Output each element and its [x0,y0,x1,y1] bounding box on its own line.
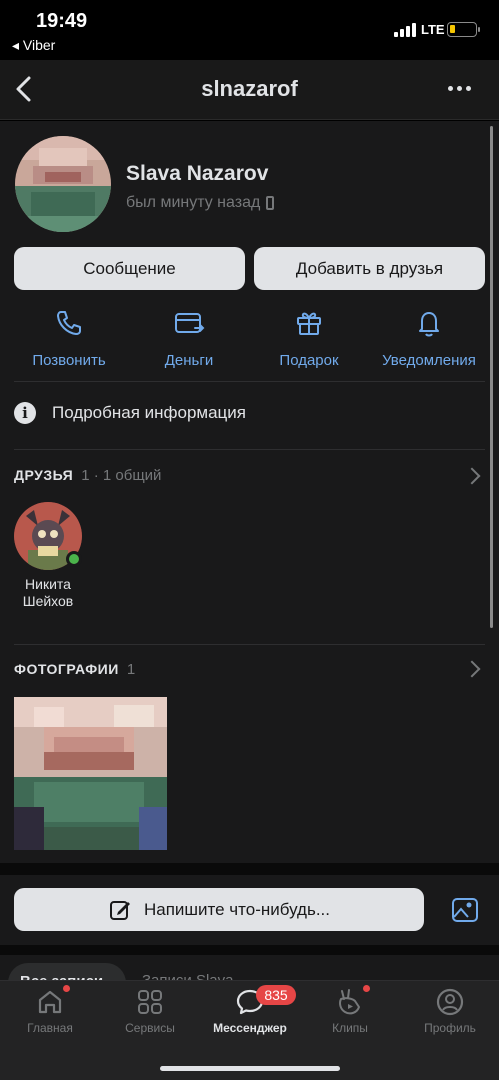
photos-title: ФОТОГРАФИИ [14,661,119,677]
money-card-icon [175,313,205,333]
battery-icon [447,22,480,37]
call-action[interactable]: Позвонить [9,308,129,369]
more-options-button[interactable] [448,86,471,91]
money-action[interactable]: Деньги [129,308,249,369]
mobile-device-icon [266,196,275,210]
tab-clips[interactable]: Клипы [300,987,400,1035]
avatar-image [15,136,111,232]
profile-name: Slava Nazarov [126,162,269,185]
unread-badge: 835 [256,985,296,1005]
info-icon: i [14,402,36,424]
phone-icon [57,311,81,335]
notification-dot [363,985,370,992]
add-friend-button[interactable]: Добавить в друзья [254,247,485,290]
avatar[interactable] [15,136,111,232]
photo-image [14,697,167,850]
status-time: 19:49 [36,10,88,32]
friends-header[interactable]: ДРУЗЬЯ 1 · 1 общий [14,467,161,484]
clips-icon [339,989,360,1015]
services-icon [138,990,162,1014]
divider [14,449,485,450]
last-seen-text: был минуту назад [126,194,261,211]
notification-dot [63,985,70,992]
friend-name[interactable]: Никита Шейхов [8,576,88,610]
signal-icon [394,23,416,37]
divider [14,644,485,645]
page-title: slnazarof [201,76,298,101]
scrollbar[interactable] [490,126,493,628]
tab-messenger-label: Мессенджер [213,1021,287,1035]
gift-action[interactable]: Подарок [249,308,369,369]
notifications-action[interactable]: Уведомления [369,308,489,369]
details-label: Подробная информация [52,403,246,422]
home-icon [38,990,62,1014]
back-to-app-link[interactable]: ◂ Viber [12,37,55,54]
tab-home-label: Главная [27,1021,73,1035]
photo-thumbnail[interactable] [14,697,167,850]
bell-icon [419,312,439,337]
new-post-button[interactable]: Напишите что-нибудь... [14,888,424,931]
gift-icon [297,312,321,335]
friends-title: ДРУЗЬЯ [14,467,74,483]
call-label: Позвонить [32,352,106,369]
tab-services-label: Сервисы [125,1021,175,1035]
notifications-label: Уведомления [382,352,476,369]
section-separator [0,863,499,875]
divider [14,381,485,382]
image-icon [452,898,478,922]
composer-placeholder: Напишите что-нибудь... [143,899,331,919]
photos-count: 1 [126,661,136,678]
tab-clips-label: Клипы [332,1021,368,1035]
nav-header: slnazarof [0,60,499,120]
edit-icon [109,900,130,920]
tab-services[interactable]: Сервисы [100,987,200,1035]
online-indicator [66,551,82,567]
photos-header[interactable]: ФОТОГРАФИИ 1 [14,661,135,678]
friends-count: 1 · 1 общий [81,467,162,484]
last-seen-status: был минуту назад [126,194,275,212]
section-separator [0,945,499,955]
details-row[interactable]: i Подробная информация [14,402,246,424]
tab-home[interactable]: Главная [0,987,100,1035]
attach-photo-button[interactable] [451,896,479,929]
profile-icon [436,988,464,1016]
tab-profile-label: Профиль [424,1021,476,1035]
message-button[interactable]: Сообщение [14,247,245,290]
gift-label: Подарок [279,352,339,369]
home-indicator[interactable] [160,1066,340,1071]
network-type: LTE [421,22,445,37]
money-label: Деньги [164,352,214,369]
tab-profile[interactable]: Профиль [400,987,499,1035]
